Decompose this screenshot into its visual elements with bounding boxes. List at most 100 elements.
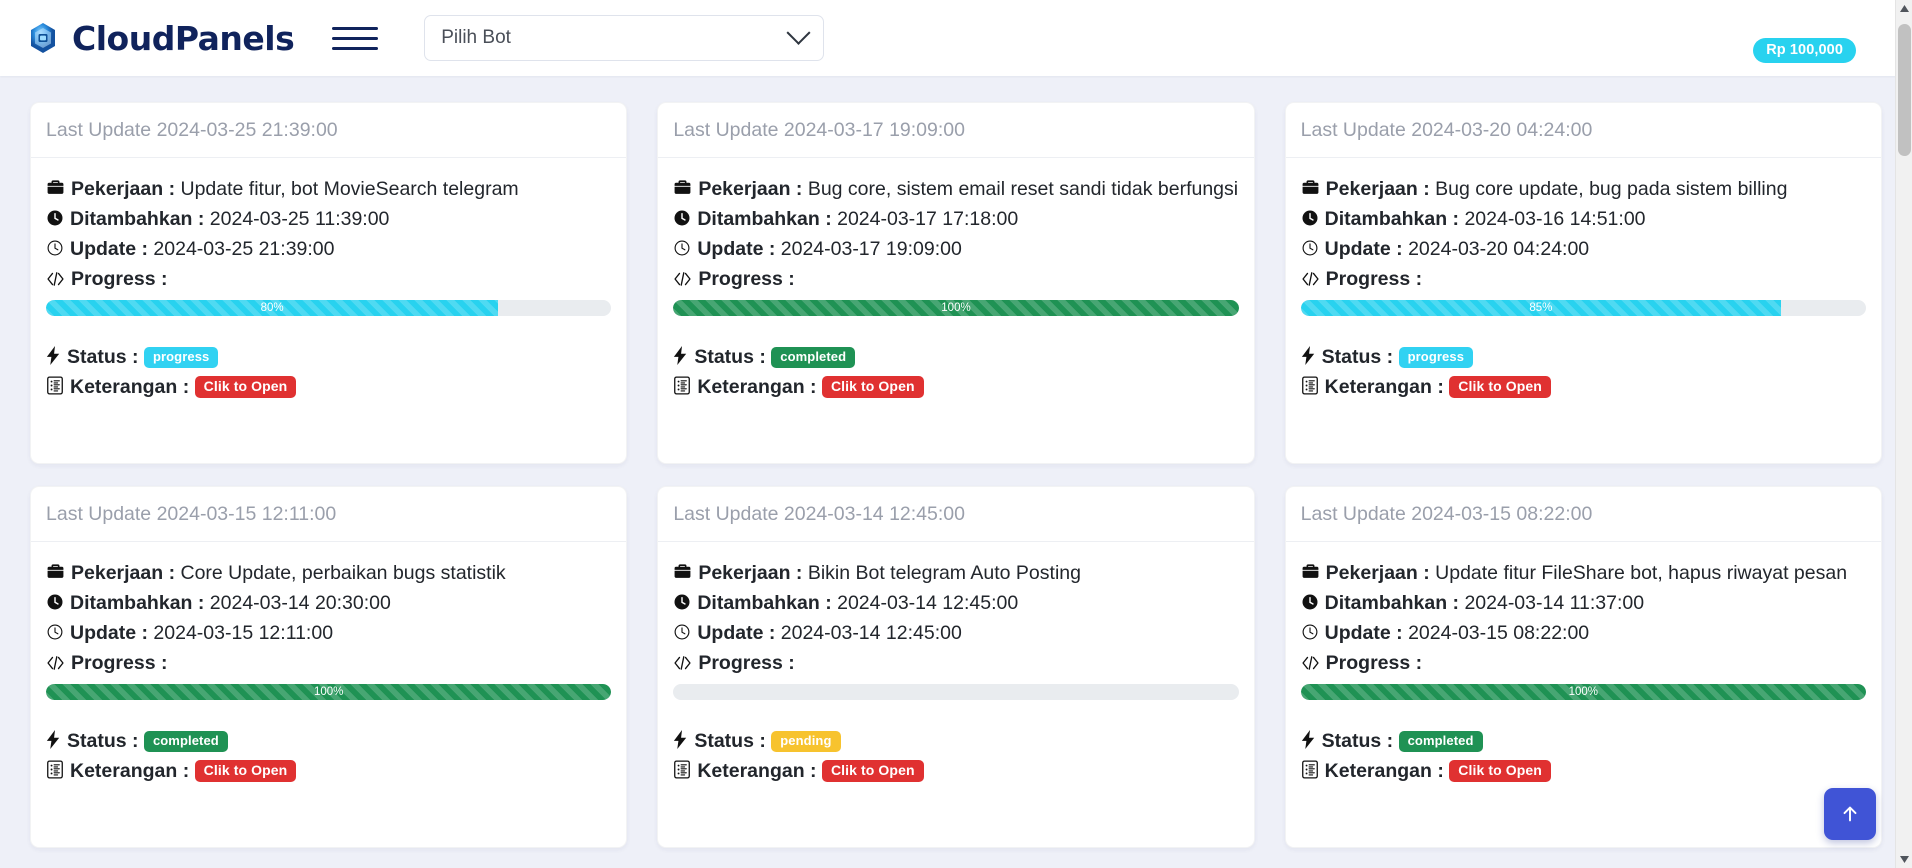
update-row: Update : 2024-03-14 12:45:00 bbox=[673, 618, 1238, 648]
progress-label: Progress : bbox=[698, 268, 795, 290]
page-scrollbar[interactable] bbox=[1895, 0, 1912, 868]
bolt-icon bbox=[46, 730, 61, 749]
progress-bar-label: 100% bbox=[313, 686, 344, 698]
keterangan-label: Keterangan : bbox=[70, 760, 190, 782]
scrollbar-thumb[interactable] bbox=[1898, 24, 1911, 156]
bot-select[interactable]: Pilih Bot bbox=[424, 15, 825, 61]
progress-bar-fill: 80% bbox=[46, 300, 499, 316]
progress-label: Progress : bbox=[698, 652, 795, 674]
pekerjaan-row: Pekerjaan : Update fitur, bot MovieSearc… bbox=[46, 174, 611, 204]
card-meta: Status : progress Keterangan : Clik to Op… bbox=[1301, 342, 1866, 402]
job-card: Last Update 2024-03-15 08:22:00 Pekerjaan… bbox=[1284, 486, 1882, 848]
job-card-grid: Last Update 2024-03-25 21:39:00 Pekerjaan… bbox=[0, 76, 1912, 868]
ditambahkan-row: Ditambahkan : 2024-03-25 11:39:00 bbox=[46, 204, 611, 234]
briefcase-icon bbox=[1301, 562, 1320, 581]
keterangan-open-button[interactable]: Clik to Open bbox=[194, 376, 297, 399]
update-label: Update : bbox=[697, 622, 776, 644]
keterangan-row: Keterangan : Clik to Open bbox=[1301, 372, 1866, 402]
card-body: Pekerjaan : Bug core update, bug pada si… bbox=[1286, 158, 1881, 463]
pekerjaan-value: Bikin Bot telegram Auto Posting bbox=[807, 562, 1081, 584]
pekerjaan-value: Update fitur FileShare bot, hapus riwaya… bbox=[1435, 562, 1848, 584]
hamburger-menu-icon[interactable] bbox=[332, 17, 379, 59]
bolt-icon bbox=[673, 346, 688, 365]
progress-bar-label: 80% bbox=[260, 302, 284, 314]
scrollbar-up-arrow-icon[interactable] bbox=[1896, 0, 1912, 17]
keterangan-open-button[interactable]: Clik to Open bbox=[1449, 376, 1551, 399]
job-card: Last Update 2024-03-20 04:24:00 Pekerjaan… bbox=[1284, 102, 1882, 464]
card-meta: Status : progress Keterangan : Clik to Op… bbox=[46, 342, 611, 402]
bolt-icon bbox=[1301, 730, 1316, 749]
ditambahkan-value: 2024-03-14 12:45:00 bbox=[837, 592, 1019, 614]
update-value: 2024-03-20 04:24:00 bbox=[1408, 238, 1590, 260]
ditambahkan-row: Ditambahkan : 2024-03-14 20:30:00 bbox=[46, 588, 611, 618]
clock-filled-icon bbox=[673, 209, 691, 227]
card-body: Pekerjaan : Core Update, perbaikan bugs … bbox=[31, 542, 626, 847]
keterangan-open-button[interactable]: Clik to Open bbox=[194, 760, 297, 783]
pekerjaan-label: Pekerjaan : bbox=[71, 562, 176, 584]
progress-bar-label: 100% bbox=[941, 302, 971, 314]
progress-bar-fill: 100% bbox=[1300, 684, 1866, 700]
progress-row: Progress : bbox=[673, 264, 1238, 294]
pekerjaan-row: Pekerjaan : Bug core, sistem email reset… bbox=[673, 174, 1238, 204]
bolt-icon bbox=[673, 730, 688, 749]
keterangan-row: Keterangan : Clik to Open bbox=[1301, 756, 1866, 786]
progress-row: Progress : bbox=[46, 264, 611, 294]
keterangan-open-button[interactable]: Clik to Open bbox=[821, 760, 924, 783]
status-badge: pending bbox=[771, 731, 841, 753]
status-row: Status : completed bbox=[673, 342, 1238, 372]
status-label: Status : bbox=[67, 346, 139, 368]
card-body: Pekerjaan : Update fitur, bot MovieSearc… bbox=[31, 158, 626, 463]
job-card: Last Update 2024-03-25 21:39:00 Pekerjaan… bbox=[30, 102, 628, 464]
keterangan-row: Keterangan : Clik to Open bbox=[673, 372, 1238, 402]
job-card: Last Update 2024-03-14 12:45:00 Pekerjaan… bbox=[657, 486, 1255, 848]
keterangan-open-button[interactable]: Clik to Open bbox=[821, 376, 924, 399]
card-meta: Status : completed Keterangan : Clik to O… bbox=[673, 342, 1238, 402]
update-value: 2024-03-25 21:39:00 bbox=[153, 238, 335, 260]
pekerjaan-label: Pekerjaan : bbox=[1325, 562, 1430, 584]
ditambahkan-label: Ditambahkan : bbox=[70, 208, 205, 230]
status-label: Status : bbox=[694, 346, 766, 368]
card-last-update: Last Update 2024-03-20 04:24:00 bbox=[1285, 103, 1881, 158]
bot-select-value: Pilih Bot bbox=[441, 27, 511, 48]
clock-outline-icon bbox=[673, 239, 691, 257]
keterangan-open-button[interactable]: Clik to Open bbox=[1449, 760, 1551, 783]
balance-badge: Rp 100,000 bbox=[1753, 38, 1856, 63]
progress-bar-track bbox=[673, 684, 1239, 700]
update-label: Update : bbox=[70, 238, 148, 260]
code-tags-icon bbox=[46, 655, 65, 671]
pekerjaan-label: Pekerjaan : bbox=[1325, 178, 1430, 200]
keterangan-label: Keterangan : bbox=[1324, 376, 1444, 398]
scroll-to-top-button[interactable] bbox=[1824, 788, 1876, 840]
pekerjaan-row: Pekerjaan : Core Update, perbaikan bugs … bbox=[46, 558, 611, 588]
status-label: Status : bbox=[694, 730, 766, 752]
pekerjaan-value: Core Update, perbaikan bugs statistik bbox=[180, 562, 506, 584]
pekerjaan-value: Update fitur, bot MovieSearch telegram bbox=[180, 178, 519, 200]
card-meta: Status : pending Keterangan : Clik to Ope… bbox=[673, 726, 1238, 786]
ditambahkan-row: Ditambahkan : 2024-03-16 14:51:00 bbox=[1301, 204, 1866, 234]
card-meta: Status : completed Keterangan : Clik to O… bbox=[46, 726, 611, 786]
progress-bar-track: 100% bbox=[46, 684, 612, 700]
keterangan-label: Keterangan : bbox=[70, 376, 190, 398]
progress-row: Progress : bbox=[46, 648, 611, 678]
update-value: 2024-03-17 19:09:00 bbox=[780, 238, 962, 260]
brand-name: CloudPanels bbox=[72, 18, 295, 58]
ditambahkan-row: Ditambahkan : 2024-03-14 11:37:00 bbox=[1301, 588, 1866, 618]
job-card: Last Update 2024-03-17 19:09:00 Pekerjaan… bbox=[657, 102, 1255, 464]
ditambahkan-label: Ditambahkan : bbox=[1324, 208, 1460, 230]
scrollbar-down-arrow-icon[interactable] bbox=[1896, 851, 1912, 868]
card-meta: Status : completed Keterangan : Clik to O… bbox=[1301, 726, 1866, 786]
pekerjaan-row: Pekerjaan : Update fitur FileShare bot, … bbox=[1301, 558, 1866, 588]
progress-bar-label: 85% bbox=[1529, 302, 1553, 314]
progress-bar-track: 100% bbox=[1300, 684, 1866, 700]
ditambahkan-value: 2024-03-25 11:39:00 bbox=[209, 208, 390, 230]
brand[interactable]: CloudPanels bbox=[26, 18, 295, 58]
clock-outline-icon bbox=[673, 623, 691, 641]
status-label: Status : bbox=[67, 730, 139, 752]
progress-label: Progress : bbox=[1325, 652, 1423, 674]
pekerjaan-label: Pekerjaan : bbox=[698, 178, 803, 200]
card-body: Pekerjaan : Update fitur FileShare bot, … bbox=[1286, 542, 1881, 847]
ditambahkan-row: Ditambahkan : 2024-03-17 17:18:00 bbox=[673, 204, 1238, 234]
keterangan-row: Keterangan : Clik to Open bbox=[46, 756, 611, 786]
card-last-update: Last Update 2024-03-15 08:22:00 bbox=[1285, 487, 1881, 542]
card-last-update: Last Update 2024-03-15 12:11:00 bbox=[31, 487, 627, 542]
